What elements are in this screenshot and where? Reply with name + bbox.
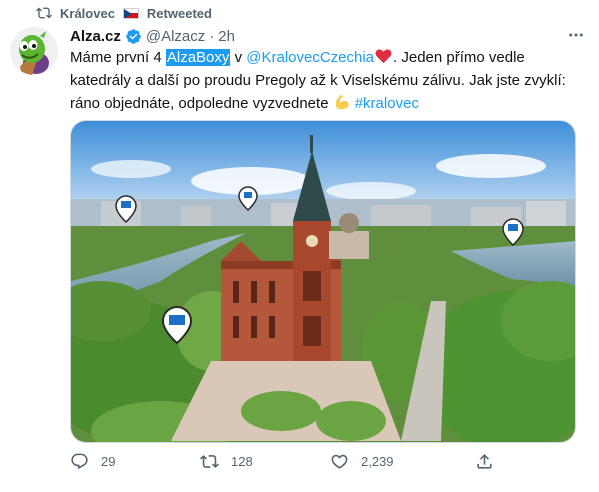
reply-icon bbox=[71, 453, 88, 470]
tweet-header: Alza.cz @Alzacz · 2h bbox=[70, 28, 235, 45]
separator-dot: · bbox=[209, 28, 215, 45]
retweet-icon bbox=[36, 7, 52, 19]
retweet-context: Královec Retweeted bbox=[36, 5, 212, 21]
avatar[interactable] bbox=[10, 27, 58, 75]
author-handle[interactable]: @Alzacz bbox=[146, 28, 205, 45]
reply-button[interactable]: 29 bbox=[70, 452, 115, 471]
tweet-text: Máme první 4 AlzaBoxy v @KralovecCzechia… bbox=[70, 46, 580, 115]
share-icon bbox=[477, 454, 492, 469]
flexed-biceps-emoji-icon bbox=[335, 95, 349, 110]
highlighted-text: AlzaBoxy bbox=[165, 49, 231, 66]
text-part: Máme první 4 bbox=[70, 49, 166, 66]
red-heart-emoji-icon bbox=[375, 49, 392, 64]
retweeted-label: Retweeted bbox=[146, 5, 212, 21]
more-icon bbox=[569, 33, 583, 37]
retweet-count: 128 bbox=[231, 454, 253, 469]
tweet-timestamp[interactable]: 2h bbox=[218, 28, 235, 45]
mention-link[interactable]: @KralovecCzechia bbox=[246, 49, 374, 66]
verified-badge-icon bbox=[126, 29, 141, 44]
retweeter-name[interactable]: Královec bbox=[60, 6, 115, 21]
tweet-actions: 29 128 2,239 bbox=[70, 452, 510, 480]
author-name[interactable]: Alza.cz bbox=[70, 28, 121, 45]
like-count: 2,239 bbox=[361, 454, 394, 469]
text-part: v bbox=[230, 49, 247, 66]
heart-icon bbox=[331, 454, 348, 469]
share-button[interactable] bbox=[475, 452, 494, 471]
more-options-button[interactable] bbox=[565, 24, 587, 46]
tweet-media-image[interactable] bbox=[70, 120, 576, 443]
retweet-button[interactable]: 128 bbox=[200, 452, 253, 471]
reply-count: 29 bbox=[101, 454, 116, 469]
like-button[interactable]: 2,239 bbox=[330, 452, 394, 471]
czech-flag-icon bbox=[122, 7, 139, 19]
hashtag-link[interactable]: #kralovec bbox=[355, 95, 419, 112]
retweet-icon bbox=[200, 455, 219, 468]
